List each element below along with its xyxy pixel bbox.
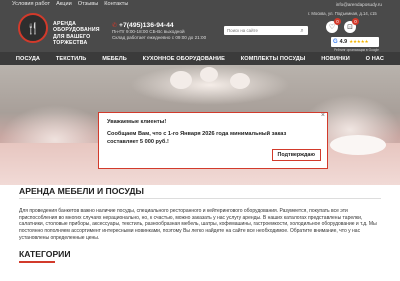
header-address: г. Москва, ул. Подъемная, д.14, с15: [308, 11, 377, 16]
cart-icon[interactable]: ⊡ 0: [344, 18, 359, 33]
divider: [19, 198, 381, 199]
top-bar: Условия работ Акции Отзывы Контакты info…: [0, 0, 400, 9]
top-link-reviews[interactable]: Отзывы: [78, 0, 99, 9]
logo-text: АРЕНДА ОБОРУДОВАНИЯ ДЛЯ ВАШЕГО ТОРЖЕСТВА: [53, 21, 100, 47]
logo[interactable]: 🍴: [18, 13, 48, 43]
top-link-promotions[interactable]: Акции: [56, 0, 72, 9]
nav-item-tableware-sets[interactable]: КОМПЛЕКТЫ ПОСУДЫ: [241, 56, 306, 62]
top-links: Условия работ Акции Отзывы Контакты: [12, 0, 128, 9]
nav-item-textile[interactable]: ТЕКСТИЛЬ: [56, 56, 87, 62]
modal-title: Уважаемые клиенты!: [107, 119, 167, 125]
search-input[interactable]: [224, 26, 296, 35]
main-nav: ПОСУДА ТЕКСТИЛЬ МЕБЕЛЬ КУХОННОЕ ОБОРУДОВ…: [0, 52, 400, 65]
plate: [330, 135, 386, 155]
nav-item-kitchen-equipment[interactable]: КУХОННОЕ ОБОРУДОВАНИЕ: [143, 56, 225, 62]
phone-icon: ✆: [112, 22, 118, 29]
nav-item-new[interactable]: НОВИНКИ: [321, 56, 350, 62]
google-icon: G: [333, 39, 338, 45]
contacts-block: ✆ +7(495)136-94-44 Пн-Пт 9:00-18:00 СБ-В…: [112, 22, 216, 40]
phone-number: +7(495)136-94-44: [119, 22, 174, 29]
confirm-button[interactable]: Подтверждаю: [271, 149, 321, 161]
favorites-count-badge: 0: [334, 18, 341, 25]
cart-count-badge: 0: [352, 18, 359, 25]
intro-text: Для проведения банкетов важно наличие по…: [19, 208, 377, 241]
modal-text: Сообщаем Вам, что с 1-го Января 2026 год…: [107, 131, 287, 145]
phone[interactable]: ✆ +7(495)136-94-44: [112, 22, 216, 29]
search-box: ⌕: [224, 26, 308, 35]
google-rating[interactable]: G 4.9 ★★★★★: [331, 37, 379, 47]
header-icons: ♡ 0 ⊡ 0: [326, 18, 359, 33]
close-icon[interactable]: ×: [321, 112, 325, 119]
header: 🍴 АРЕНДА ОБОРУДОВАНИЯ ДЛЯ ВАШЕГО ТОРЖЕСТ…: [0, 9, 400, 52]
categories-title: КАТЕГОРИИ: [19, 249, 71, 259]
rating-value: 4.9: [339, 39, 348, 45]
rating-stars: ★★★★★: [349, 39, 369, 45]
header-email[interactable]: info@arendaposudy.ru: [336, 2, 382, 7]
notice-modal: × Уважаемые клиенты! Сообщаем Вам, что с…: [98, 112, 328, 169]
nav-item-tableware[interactable]: ПОСУДА: [16, 56, 40, 62]
schedule-line-2: Склад работает ежедневно с 09:00 до 21:0…: [112, 34, 207, 40]
top-link-terms[interactable]: Условия работ: [12, 0, 50, 9]
favorites-icon[interactable]: ♡ 0: [326, 18, 341, 33]
search-icon[interactable]: ⌕: [296, 26, 308, 35]
cutlery-icon: 🍴: [26, 21, 40, 35]
top-link-contacts[interactable]: Контакты: [104, 0, 128, 9]
nav-item-furniture[interactable]: МЕБЕЛЬ: [102, 56, 127, 62]
categories-underline: [19, 261, 55, 263]
nav-item-about[interactable]: О НАС: [366, 56, 384, 62]
page-title: АРЕНДА МЕБЕЛИ И ПОСУДЫ: [19, 186, 144, 196]
